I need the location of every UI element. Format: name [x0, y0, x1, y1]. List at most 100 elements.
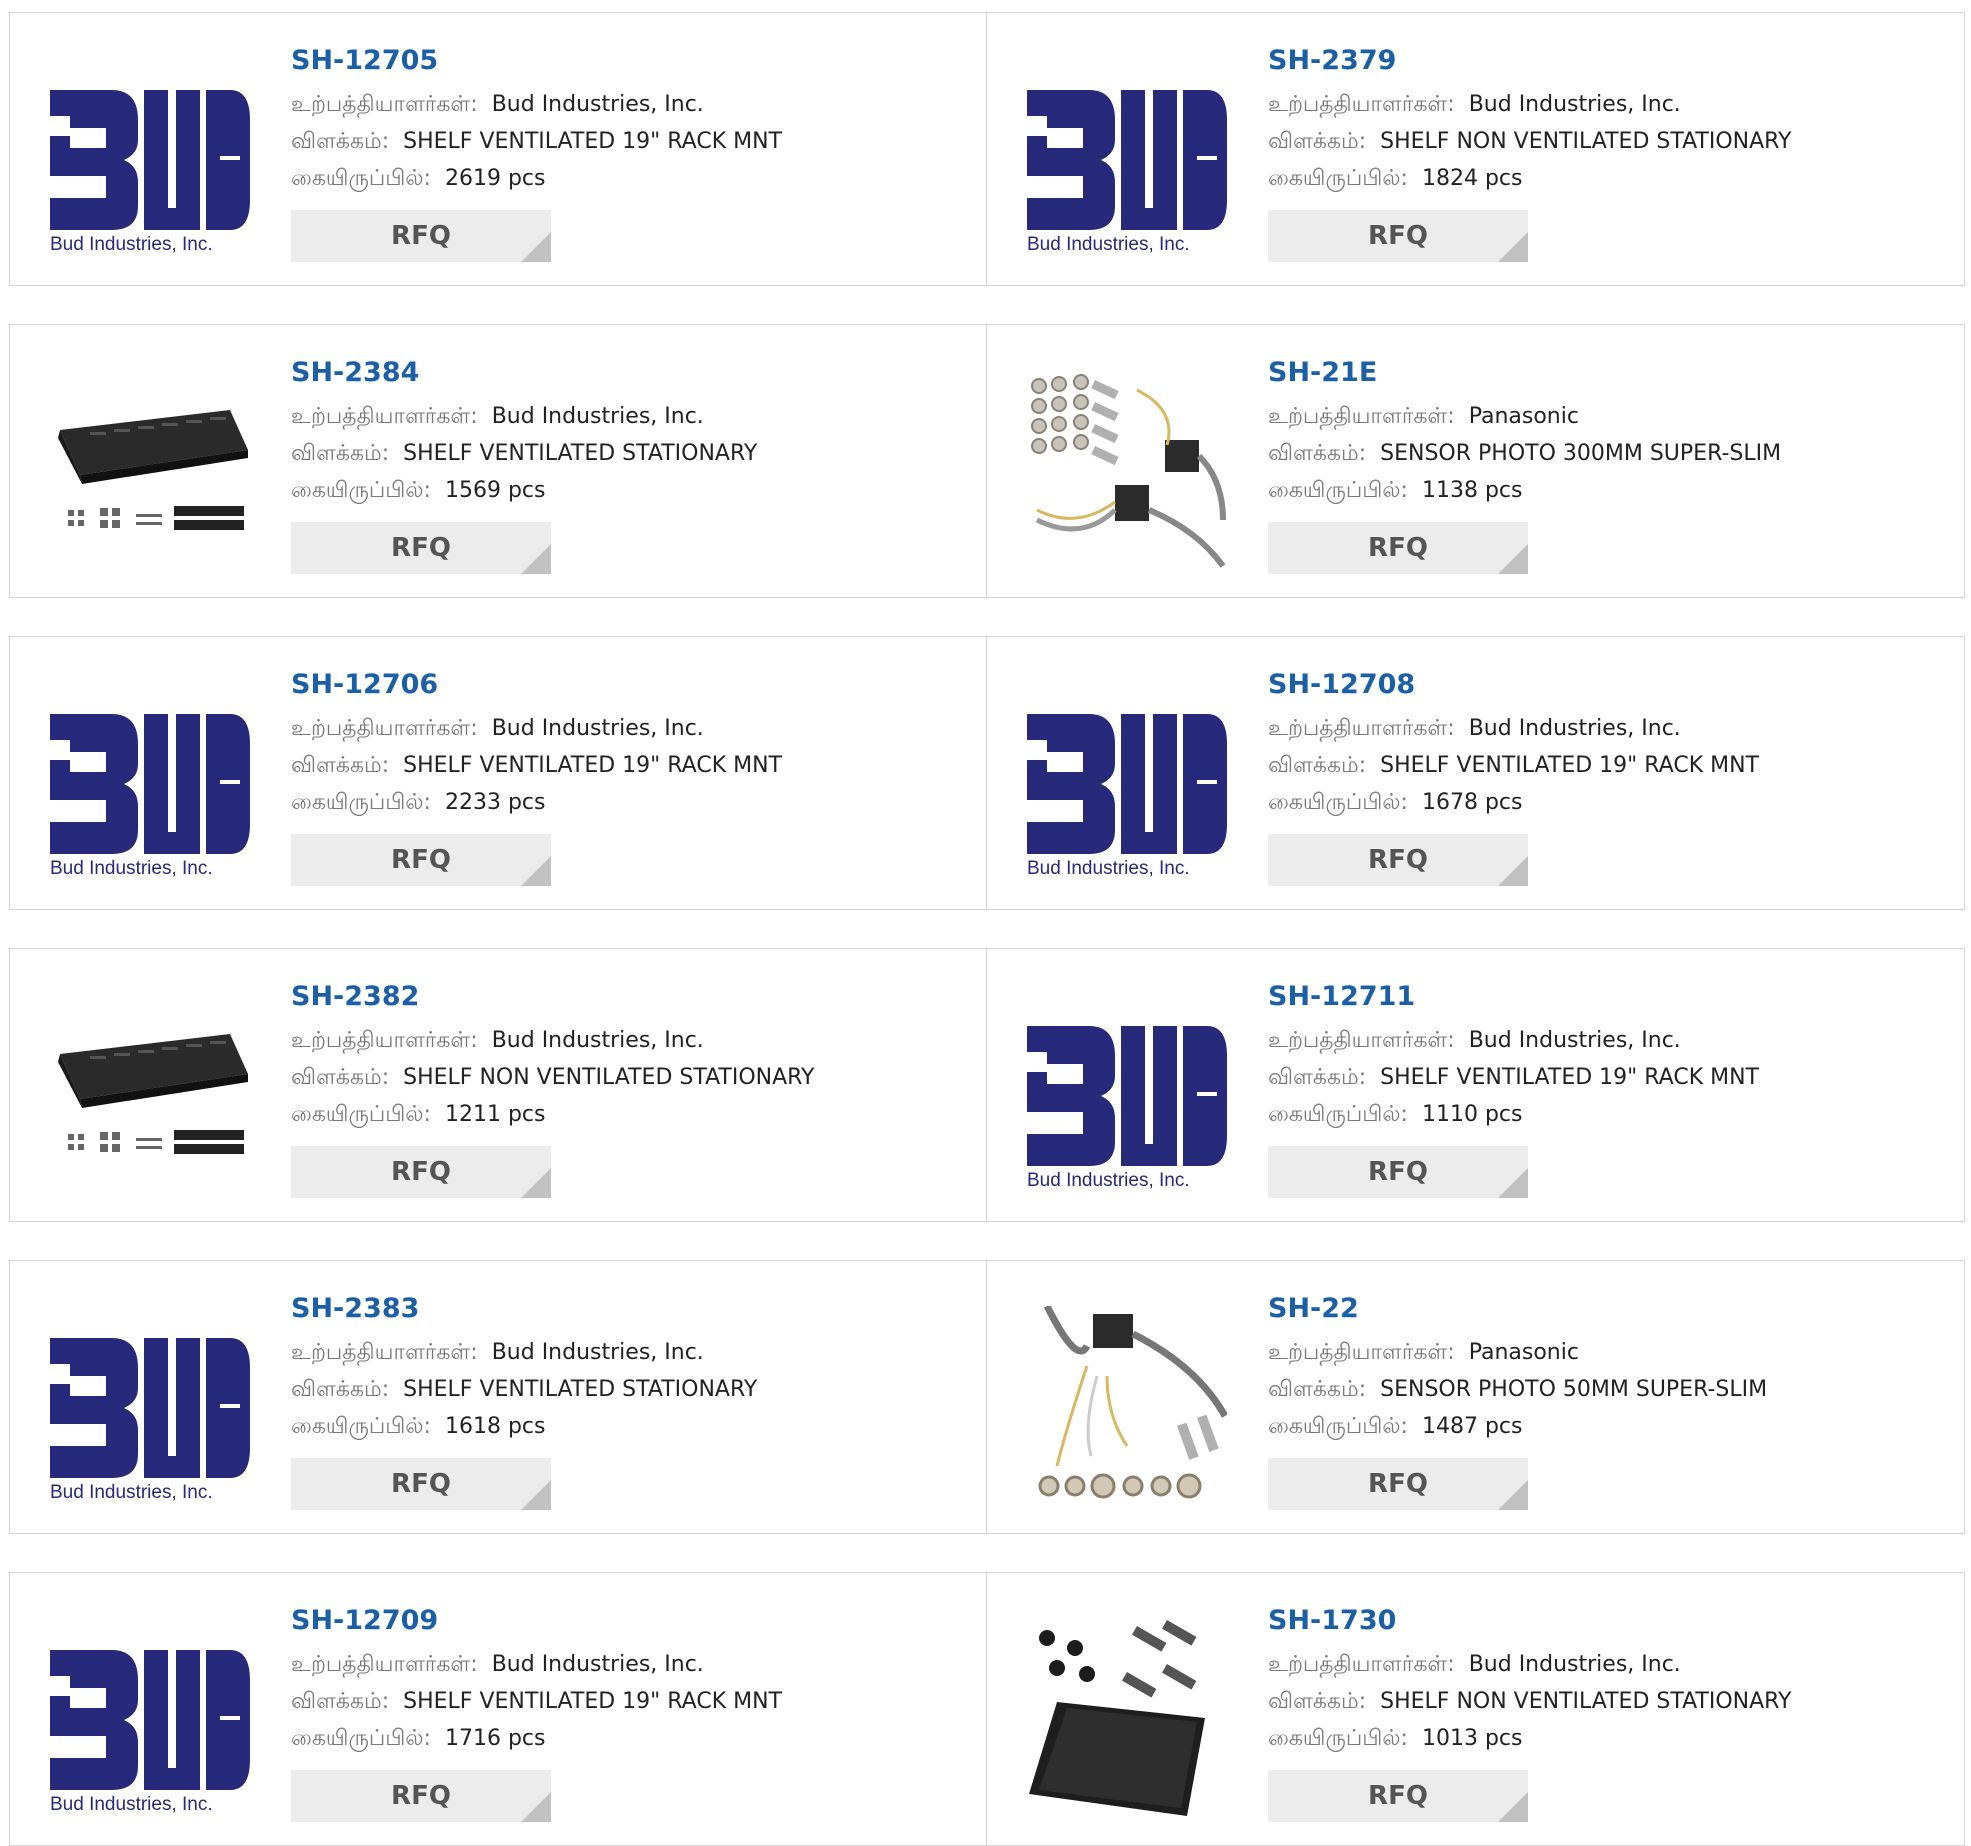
description-row: விளக்கம்: SHELF VENTILATED STATIONARY: [291, 435, 966, 472]
rfq-label: RFQ: [391, 221, 451, 251]
stock-label: கையிருப்பில்:: [291, 1414, 431, 1439]
product-image-tray[interactable]: [1027, 1618, 1227, 1818]
product-info: SH-2379 உற்பத்தியாளர்கள்: Bud Industries, …: [1268, 44, 1944, 262]
manufacturer-value: Bud Industries, Inc.: [491, 1340, 704, 1365]
bud-industries-logo[interactable]: Bud Industries, Inc.: [50, 58, 250, 258]
rfq-button[interactable]: RFQ: [1268, 1458, 1528, 1510]
rfq-button[interactable]: RFQ: [291, 210, 551, 262]
rfq-label: RFQ: [391, 1157, 451, 1187]
stock-row: கையிருப்பில்: 1138 pcs: [1268, 472, 1944, 509]
rfq-label: RFQ: [1368, 533, 1428, 563]
rfq-button[interactable]: RFQ: [291, 834, 551, 886]
manufacturer-label: உற்பத்தியாளர்கள்:: [1268, 1652, 1455, 1677]
description-value: SHELF VENTILATED 19" RACK MNT: [403, 753, 782, 778]
stock-row: கையிருப்பில்: 1487 pcs: [1268, 1408, 1944, 1445]
stock-row: கையிருப்பில்: 1716 pcs: [291, 1720, 966, 1757]
product-part-link[interactable]: SH-2382: [291, 980, 966, 1014]
rfq-button[interactable]: RFQ: [1268, 1146, 1528, 1198]
description-label: விளக்கம்:: [291, 1377, 390, 1402]
stock-label: கையிருப்பில்:: [291, 790, 431, 815]
stock-label: கையிருப்பில்:: [1268, 790, 1408, 815]
logo-caption: Bud Industries, Inc.: [50, 1482, 213, 1503]
description-label: விளக்கம்:: [291, 1065, 390, 1090]
button-corner-decoration: [1498, 544, 1528, 574]
manufacturer-label: உற்பத்தியாளர்கள்:: [1268, 1340, 1455, 1365]
product-part-link[interactable]: SH-1730: [1268, 1604, 1944, 1638]
rfq-button[interactable]: RFQ: [291, 1770, 551, 1822]
description-value: SHELF VENTILATED STATIONARY: [403, 441, 758, 466]
logo-caption: Bud Industries, Inc.: [50, 858, 213, 879]
bud-industries-logo[interactable]: Bud Industries, Inc.: [1027, 682, 1227, 882]
rfq-button[interactable]: RFQ: [1268, 834, 1528, 886]
product-image-shelf[interactable]: [50, 994, 250, 1194]
product-part-link[interactable]: SH-12705: [291, 44, 966, 78]
product-info: SH-2383 உற்பத்தியாளர்கள்: Bud Industries, …: [291, 1292, 966, 1510]
product-part-link[interactable]: SH-2384: [291, 356, 966, 390]
description-value: SHELF NON VENTILATED STATIONARY: [1380, 129, 1792, 154]
description-row: விளக்கம்: SHELF VENTILATED STATIONARY: [291, 1371, 966, 1408]
bud-industries-logo[interactable]: Bud Industries, Inc.: [1027, 994, 1227, 1194]
bud-industries-logo[interactable]: Bud Industries, Inc.: [50, 1306, 250, 1506]
description-row: விளக்கம்: SHELF VENTILATED 19" RACK MNT: [291, 747, 966, 784]
stock-row: கையிருப்பில்: 1211 pcs: [291, 1096, 966, 1133]
button-corner-decoration: [1498, 232, 1528, 262]
rfq-button[interactable]: RFQ: [291, 522, 551, 574]
manufacturer-value: Bud Industries, Inc.: [491, 92, 704, 117]
description-label: விளக்கம்:: [1268, 129, 1367, 154]
description-row: விளக்கம்: SHELF VENTILATED 19" RACK MNT: [291, 123, 966, 160]
description-value: SHELF VENTILATED 19" RACK MNT: [403, 129, 782, 154]
stock-row: கையிருப்பில்: 2233 pcs: [291, 784, 966, 821]
rfq-label: RFQ: [391, 845, 451, 875]
product-card: SH-2384 உற்பத்தியாளர்கள்: Bud Industries, …: [9, 324, 987, 598]
description-value: SHELF NON VENTILATED STATIONARY: [403, 1065, 815, 1090]
stock-value: 2619 pcs: [444, 166, 546, 191]
logo-caption: Bud Industries, Inc.: [1027, 234, 1190, 255]
button-corner-decoration: [1498, 1480, 1528, 1510]
description-label: விளக்கம்:: [291, 441, 390, 466]
product-part-link[interactable]: SH-12706: [291, 668, 966, 702]
description-label: விளக்கம்:: [291, 1689, 390, 1714]
rfq-button[interactable]: RFQ: [1268, 1770, 1528, 1822]
description-value: SENSOR PHOTO 50MM SUPER-SLIM: [1380, 1377, 1768, 1402]
manufacturer-row: உற்பத்தியாளர்கள்: Bud Industries, Inc.: [291, 1022, 966, 1059]
product-image-sensor2[interactable]: [1027, 1306, 1227, 1506]
product-part-link[interactable]: SH-21E: [1268, 356, 1944, 390]
product-card: Bud Industries, Inc. SH-12706 உற்பத்தியாள…: [9, 636, 987, 910]
bud-industries-logo[interactable]: Bud Industries, Inc.: [1027, 58, 1227, 258]
product-part-link[interactable]: SH-12711: [1268, 980, 1944, 1014]
logo-caption: Bud Industries, Inc.: [50, 1794, 213, 1815]
bud-industries-logo[interactable]: Bud Industries, Inc.: [50, 682, 250, 882]
rfq-button[interactable]: RFQ: [1268, 210, 1528, 262]
product-card: Bud Industries, Inc. SH-12711 உற்பத்தியாள…: [987, 948, 1965, 1222]
stock-value: 1824 pcs: [1421, 166, 1523, 191]
rfq-label: RFQ: [1368, 1781, 1428, 1811]
product-image-sensor[interactable]: [1027, 370, 1227, 570]
product-part-link[interactable]: SH-12709: [291, 1604, 966, 1638]
stock-row: கையிருப்பில்: 1618 pcs: [291, 1408, 966, 1445]
description-row: விளக்கம்: SHELF VENTILATED 19" RACK MNT: [291, 1683, 966, 1720]
product-info: SH-1730 உற்பத்தியாளர்கள்: Bud Industries, …: [1268, 1604, 1944, 1822]
manufacturer-row: உற்பத்தியாளர்கள்: Bud Industries, Inc.: [1268, 1022, 1944, 1059]
description-row: விளக்கம்: SHELF NON VENTILATED STATIONARY: [1268, 1683, 1944, 1720]
manufacturer-value: Bud Industries, Inc.: [1468, 716, 1681, 741]
manufacturer-value: Bud Industries, Inc.: [491, 1652, 704, 1677]
description-label: விளக்கம்:: [1268, 441, 1367, 466]
bud-industries-logo[interactable]: Bud Industries, Inc.: [50, 1618, 250, 1818]
product-part-link[interactable]: SH-2379: [1268, 44, 1944, 78]
button-corner-decoration: [521, 1168, 551, 1198]
logo-caption: Bud Industries, Inc.: [1027, 1170, 1190, 1191]
stock-value: 1678 pcs: [1421, 790, 1523, 815]
description-value: SHELF VENTILATED 19" RACK MNT: [1380, 1065, 1759, 1090]
logo-caption: Bud Industries, Inc.: [1027, 858, 1190, 879]
product-info: SH-12706 உற்பத்தியாளர்கள்: Bud Industries,…: [291, 668, 966, 886]
stock-value: 1013 pcs: [1421, 1726, 1523, 1751]
product-part-link[interactable]: SH-12708: [1268, 668, 1944, 702]
rfq-button[interactable]: RFQ: [1268, 522, 1528, 574]
rfq-button[interactable]: RFQ: [291, 1458, 551, 1510]
stock-label: கையிருப்பில்:: [1268, 1726, 1408, 1751]
product-part-link[interactable]: SH-22: [1268, 1292, 1944, 1326]
product-image-shelf[interactable]: [50, 370, 250, 570]
stock-row: கையிருப்பில்: 1569 pcs: [291, 472, 966, 509]
product-part-link[interactable]: SH-2383: [291, 1292, 966, 1326]
rfq-button[interactable]: RFQ: [291, 1146, 551, 1198]
